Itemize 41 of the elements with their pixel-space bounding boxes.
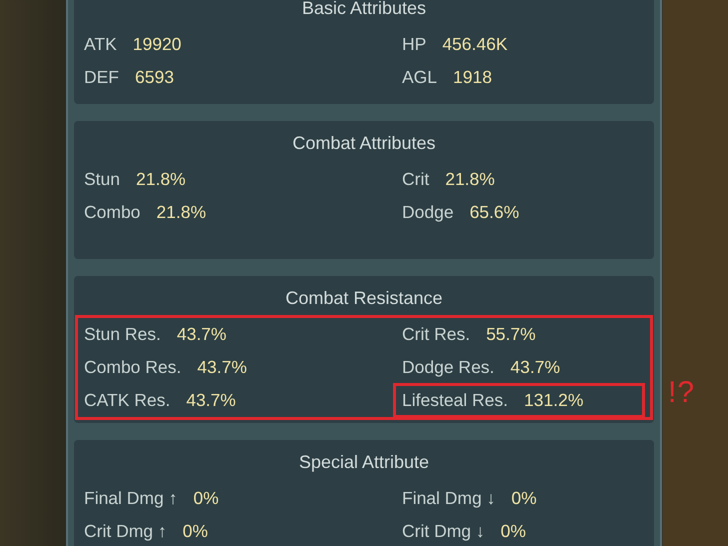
section-title: Combat Resistance — [284, 287, 444, 310]
stat-value: 65.6% — [470, 202, 520, 223]
stat-value: 456.46K — [442, 34, 508, 55]
stat-value: 0% — [193, 488, 219, 509]
stat-label: Combo — [84, 202, 140, 223]
stat-label: Crit Dmg ↑ — [84, 521, 167, 542]
stat-label: DEF — [84, 67, 119, 88]
stat-label: Stun — [84, 169, 120, 190]
section-title: Combat Attributes — [291, 132, 437, 155]
stat-label: Dodge Res. — [402, 357, 494, 378]
stat-label: Final Dmg ↑ — [84, 488, 178, 509]
stat-value: 43.7% — [197, 357, 247, 378]
stat-value: 43.7% — [510, 357, 560, 378]
stat-label: Crit Res. — [402, 324, 470, 345]
stat-label: Combo Res. — [84, 357, 182, 378]
stat-label: Crit Dmg ↓ — [402, 521, 485, 542]
stat-label: AGL — [402, 67, 438, 88]
section-title: Special Attribute — [298, 451, 430, 474]
stat-value: 55.7% — [486, 324, 536, 345]
stat-label: Dodge — [402, 202, 454, 223]
stat-value: 1918 — [453, 67, 492, 88]
stat-label: CATK Res. — [84, 390, 170, 411]
stat-label: HP — [402, 34, 426, 55]
stat-label: Stun Res. — [84, 324, 161, 345]
stat-value: 0% — [182, 521, 208, 542]
stat-label: ATK — [84, 34, 117, 55]
stat-value: 21.8% — [136, 169, 186, 190]
stat-label: Final Dmg ↓ — [402, 488, 496, 509]
stat-value: 21.8% — [445, 169, 495, 190]
stat-value: 0% — [511, 488, 537, 509]
stat-value: 21.8% — [156, 202, 206, 223]
stat-value: 43.7% — [176, 324, 226, 345]
annotation-note: !? — [668, 376, 696, 410]
stat-value: 0% — [500, 521, 526, 542]
stat-label: Crit — [402, 169, 430, 190]
stat-value: 19920 — [132, 34, 182, 55]
section-title: Basic Attributes — [300, 0, 428, 20]
stat-value: 43.7% — [186, 390, 236, 411]
stat-label: Lifesteal Res. — [402, 390, 508, 411]
stat-value: 6593 — [135, 67, 174, 88]
stat-value: 131.2% — [524, 390, 584, 411]
